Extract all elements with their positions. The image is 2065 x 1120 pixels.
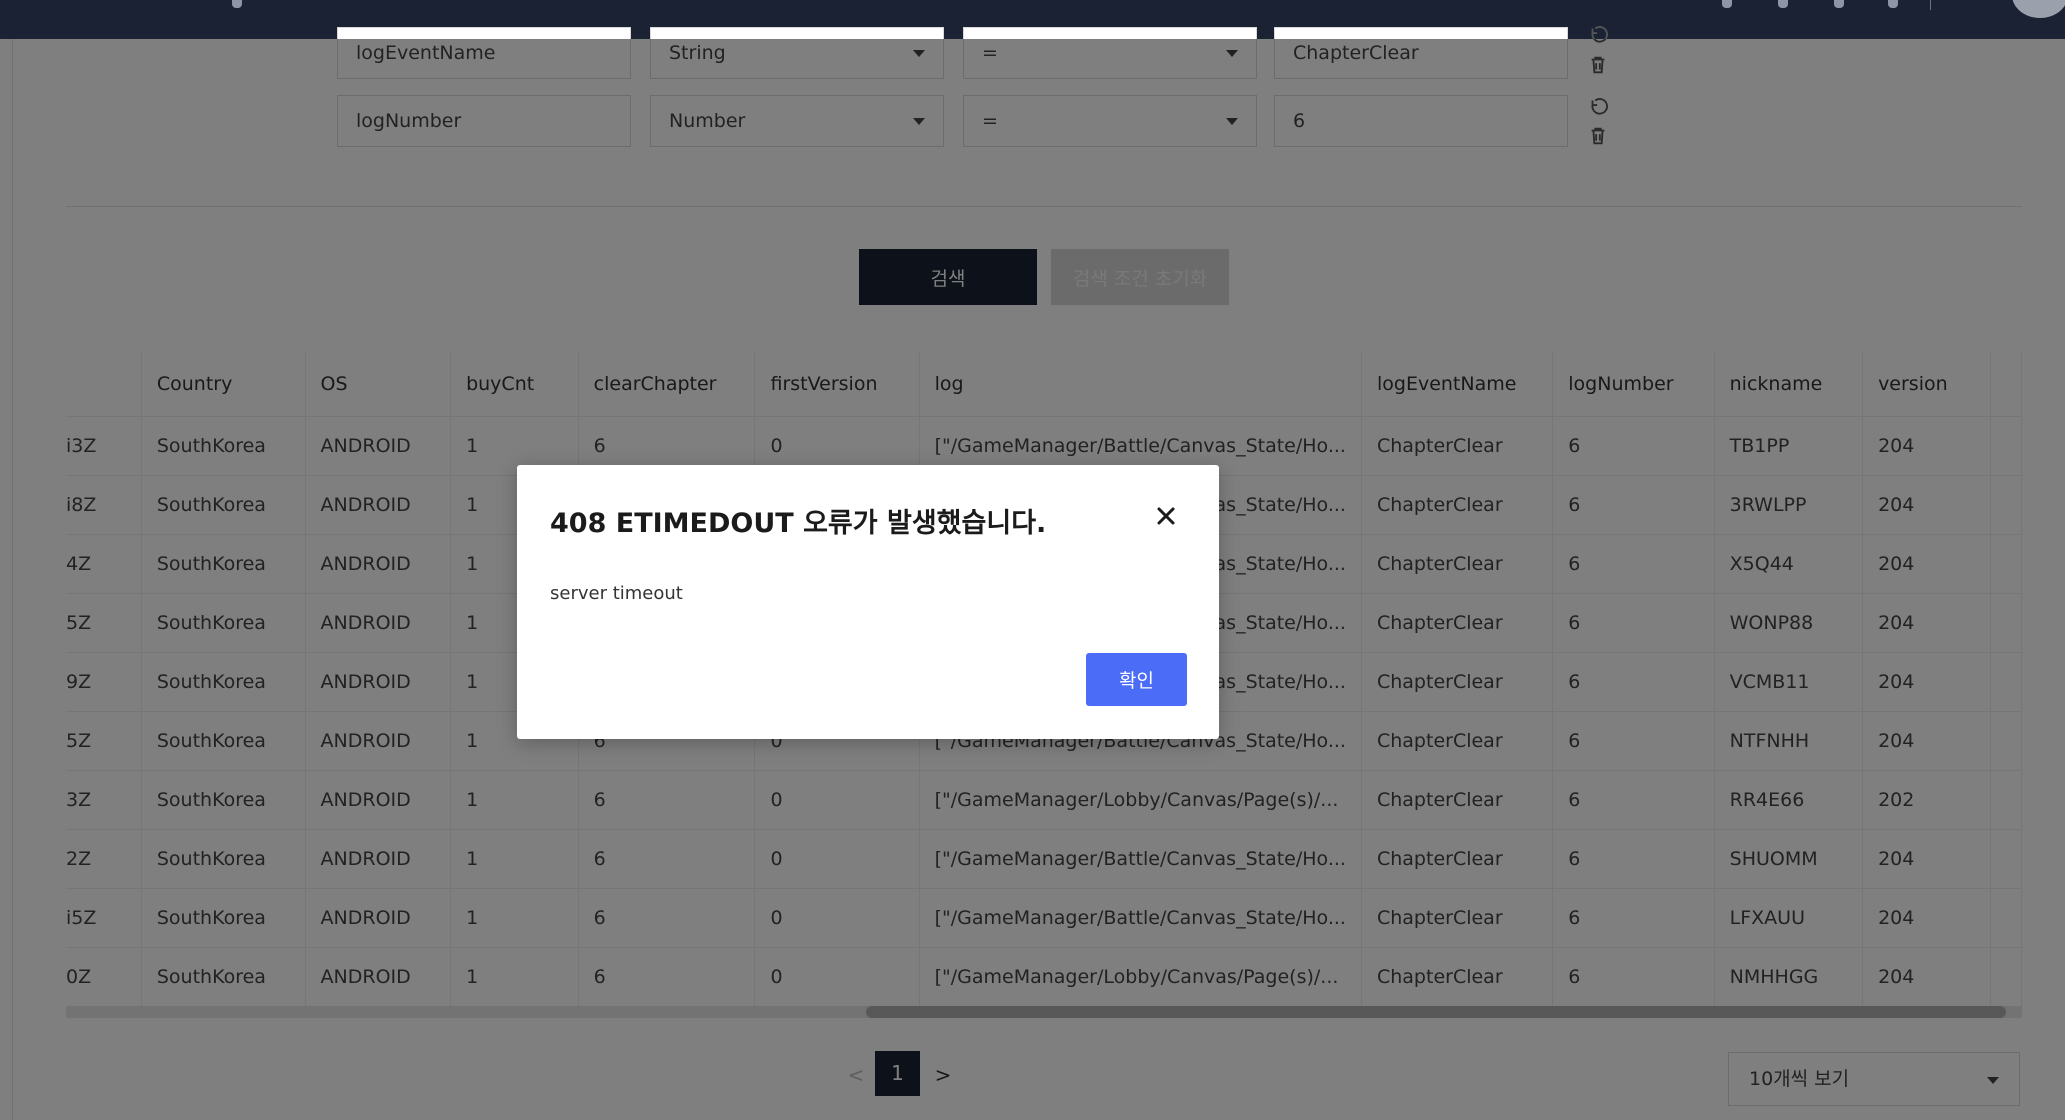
close-icon[interactable] — [1151, 501, 1181, 531]
user-group-icon[interactable] — [1778, 0, 1788, 8]
avatar[interactable] — [2012, 0, 2065, 18]
error-dialog: 408 ETIMEDOUT 오류가 발생했습니다. server timeout… — [517, 465, 1219, 739]
navbar-divider — [1930, 0, 1931, 10]
confirm-button[interactable]: 확인 — [1086, 653, 1187, 706]
bell-icon[interactable] — [1722, 0, 1732, 8]
help-icon[interactable] — [1888, 0, 1898, 8]
dialog-title: 408 ETIMEDOUT 오류가 발생했습니다. — [550, 508, 1047, 539]
menu-icon[interactable] — [232, 0, 242, 8]
dialog-message: server timeout — [550, 583, 683, 604]
chat-icon[interactable] — [1834, 0, 1844, 8]
